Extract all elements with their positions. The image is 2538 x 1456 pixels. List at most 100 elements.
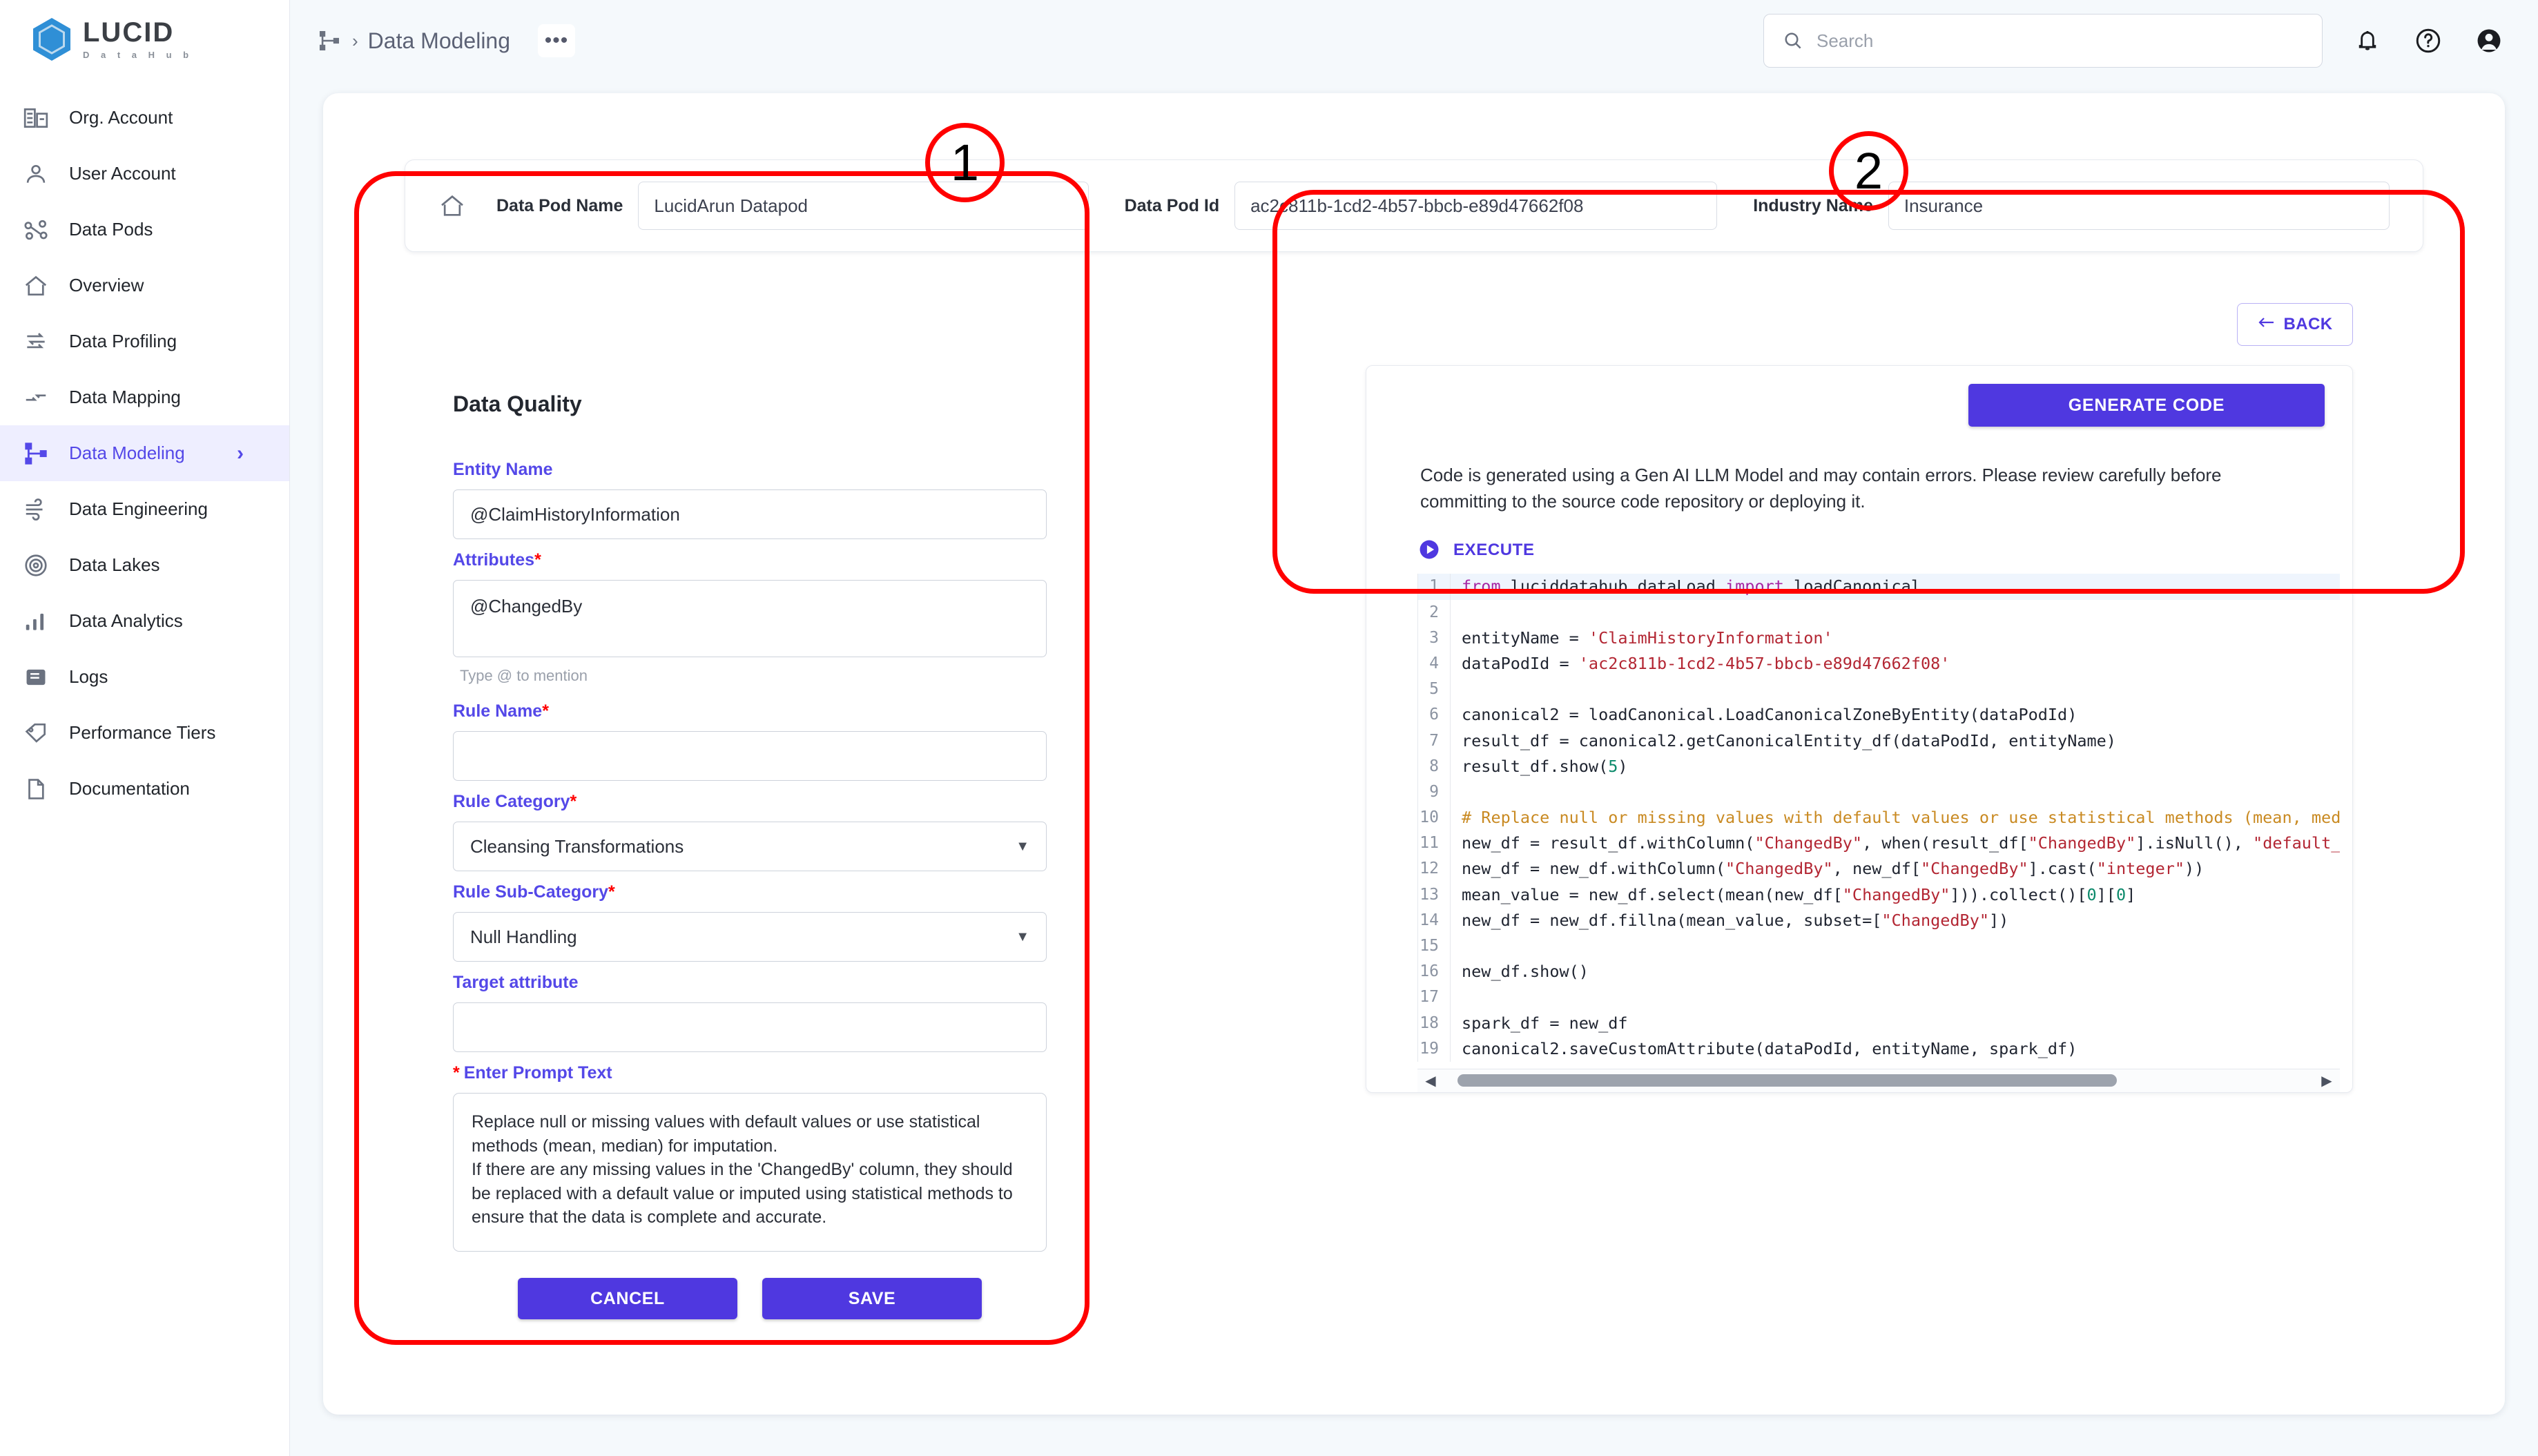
code-line-number: 18 — [1420, 1013, 1439, 1032]
sidebar-item-user-account[interactable]: User Account — [0, 146, 289, 202]
code-line-number: 11 — [1420, 834, 1439, 853]
code-line-text: new_df = new_df.fillna(mean_value, subse… — [1450, 907, 2340, 934]
save-button[interactable]: SAVE — [762, 1278, 982, 1319]
code-line-number: 1 — [1429, 577, 1439, 596]
sidebar-item-logs[interactable]: Logs — [0, 649, 289, 705]
generate-row: GENERATE CODE — [1366, 384, 2352, 427]
data-pod-id-input[interactable]: ac2c811b-1cd2-4b57-bbcb-e89d47662f08 — [1234, 182, 1718, 230]
sidebar-item-documentation[interactable]: Documentation — [0, 761, 289, 817]
back-button[interactable]: BACK — [2237, 303, 2353, 346]
scroll-left-icon[interactable]: ◀ — [1422, 1072, 1440, 1089]
code-line[interactable]: 16 new_df.show() — [1418, 959, 2340, 985]
code-line-number: 9 — [1429, 782, 1439, 801]
sidebar-item-label: Data Pods — [69, 219, 153, 240]
industry-name-label: Industry Name — [1753, 195, 1873, 215]
code-line-text — [1450, 599, 2340, 625]
search-input[interactable] — [1817, 30, 2304, 52]
sidebar-item-data-pods[interactable]: Data Pods — [0, 202, 289, 258]
code-line[interactable]: 12 new_df = new_df.withColumn("ChangedBy"… — [1418, 856, 2340, 882]
code-line-text: dataPodId = 'ac2c811b-1cd2-4b57-bbcb-e89… — [1450, 650, 2340, 677]
data-pod-name-input[interactable]: LucidArun Datapod — [638, 182, 1089, 230]
data-pod-name-label: Data Pod Name — [496, 195, 623, 215]
rule-name-input[interactable] — [453, 731, 1047, 781]
cancel-button[interactable]: CANCEL — [518, 1278, 737, 1319]
account-avatar-icon[interactable] — [2473, 25, 2505, 57]
code-line[interactable]: 10 # Replace null or missing values with … — [1418, 805, 2340, 831]
help-circle-icon[interactable] — [2412, 25, 2444, 57]
code-line-number: 7 — [1429, 731, 1439, 750]
code-line[interactable]: 14 new_df = new_df.fillna(mean_value, sub… — [1418, 907, 2340, 934]
play-circle-icon — [1417, 538, 1442, 563]
scrollbar-track[interactable] — [1445, 1074, 2312, 1087]
rule-category-label-text: Rule Category — [453, 792, 570, 811]
search-box[interactable] — [1763, 14, 2323, 68]
top-bar: › Data Modeling ••• — [290, 0, 2538, 81]
code-line[interactable]: 11 new_df = result_df.withColumn("Changed… — [1418, 831, 2340, 857]
logs-icon — [21, 662, 51, 692]
rule-category-select[interactable]: Cleansing Transformations ▼ — [453, 822, 1047, 871]
back-row: BACK — [1366, 303, 2423, 346]
home-icon[interactable] — [438, 192, 466, 220]
sidebar: LUCID D a t a H u b Org. Account User Ac… — [0, 0, 290, 1456]
scrollbar-thumb[interactable] — [1457, 1074, 2117, 1087]
code-line[interactable]: 9 — [1418, 779, 2340, 806]
sidebar-item-data-modeling[interactable]: Data Modeling › — [0, 425, 289, 481]
rule-subcategory-select[interactable]: Null Handling ▼ — [453, 912, 1047, 962]
sidebar-item-overview[interactable]: Overview — [0, 258, 289, 313]
code-line[interactable]: 17 — [1418, 984, 2340, 1011]
sidebar-item-data-engineering[interactable]: Data Engineering — [0, 481, 289, 537]
code-line[interactable]: 19 canonical2.saveCustomAttribute(dataPod… — [1418, 1036, 2340, 1062]
code-line[interactable]: 18 spark_df = new_df — [1418, 1010, 2340, 1036]
sidebar-item-label: Data Engineering — [69, 498, 208, 519]
chevron-down-icon: ▼ — [1016, 838, 1029, 854]
sidebar-item-data-profiling[interactable]: Data Profiling — [0, 313, 289, 369]
code-line[interactable]: 6 canonical2 = loadCanonical.LoadCanonica… — [1418, 702, 2340, 728]
code-line[interactable]: 7 result_df = canonical2.getCanonicalEnti… — [1418, 728, 2340, 754]
code-line[interactable]: 3 entityName = 'ClaimHistoryInformation' — [1418, 625, 2340, 651]
prompt-text-textarea[interactable]: Replace null or missing values with defa… — [453, 1093, 1047, 1252]
code-line[interactable]: 4 dataPodId = 'ac2c811b-1cd2-4b57-bbcb-e8… — [1418, 650, 2340, 677]
attributes-input[interactable]: @ChangedBy — [453, 580, 1047, 657]
code-line-number: 16 — [1420, 962, 1439, 981]
field-prompt-text: * Enter Prompt Text Replace null or missi… — [453, 1063, 1047, 1252]
sidebar-item-performance-tiers[interactable]: Performance Tiers — [0, 705, 289, 761]
search-icon — [1782, 30, 1804, 52]
sidebar-item-org-account[interactable]: Org. Account — [0, 90, 289, 146]
sidebar-item-data-analytics[interactable]: Data Analytics — [0, 593, 289, 649]
breadcrumb: › Data Modeling — [318, 28, 510, 54]
code-line[interactable]: 15 — [1418, 933, 2340, 960]
data-pod-bar: Data Pod Name LucidArun Datapod Data Pod… — [405, 159, 2423, 252]
code-editor[interactable]: 1 from luciddatahub.dataLoad import loadC… — [1417, 574, 2340, 1062]
chevron-right-icon: › — [237, 441, 244, 465]
target-attribute-label: Target attribute — [453, 973, 579, 992]
sidebar-item-label: Org. Account — [69, 107, 173, 128]
code-horizontal-scrollbar[interactable]: ◀ ▶ — [1417, 1068, 2340, 1092]
industry-name-input[interactable]: Insurance — [1888, 182, 2390, 230]
prompt-text-label: * Enter Prompt Text — [453, 1063, 1047, 1083]
more-options-button[interactable]: ••• — [538, 24, 576, 57]
code-line[interactable]: 2 — [1418, 599, 2340, 625]
scroll-right-icon[interactable]: ▶ — [2318, 1072, 2336, 1089]
code-line[interactable]: 13 mean_value = new_df.select(mean(new_df… — [1418, 882, 2340, 908]
execute-label: EXECUTE — [1453, 541, 1535, 560]
rule-name-label: Rule Name* — [453, 701, 1047, 721]
sidebar-item-label: Performance Tiers — [69, 722, 216, 743]
panels-region: Data Quality Entity Name @ClaimHistoryIn… — [405, 278, 2423, 1375]
user-icon — [21, 159, 51, 189]
arrow-left-icon — [2258, 315, 2276, 334]
execute-button[interactable]: EXECUTE — [1417, 538, 2352, 563]
code-line[interactable]: 5 — [1418, 677, 2340, 703]
sidebar-item-label: Data Profiling — [69, 331, 177, 351]
entity-name-input[interactable]: @ClaimHistoryInformation — [453, 489, 1047, 539]
brand-logo[interactable]: LUCID D a t a H u b — [0, 0, 289, 75]
generate-code-button[interactable]: GENERATE CODE — [1968, 384, 2325, 427]
bell-icon[interactable] — [2352, 25, 2383, 57]
data-pod-id-label: Data Pod Id — [1124, 195, 1220, 215]
sidebar-item-data-lakes[interactable]: Data Lakes — [0, 537, 289, 593]
code-line[interactable]: 8 result_df.show(5) — [1418, 753, 2340, 779]
code-line-number: 19 — [1420, 1039, 1439, 1058]
code-line-text — [1450, 779, 2340, 806]
sidebar-item-data-mapping[interactable]: Data Mapping — [0, 369, 289, 425]
target-attribute-input[interactable] — [453, 1002, 1047, 1052]
code-line[interactable]: 1 from luciddatahub.dataLoad import loadC… — [1418, 574, 2340, 600]
